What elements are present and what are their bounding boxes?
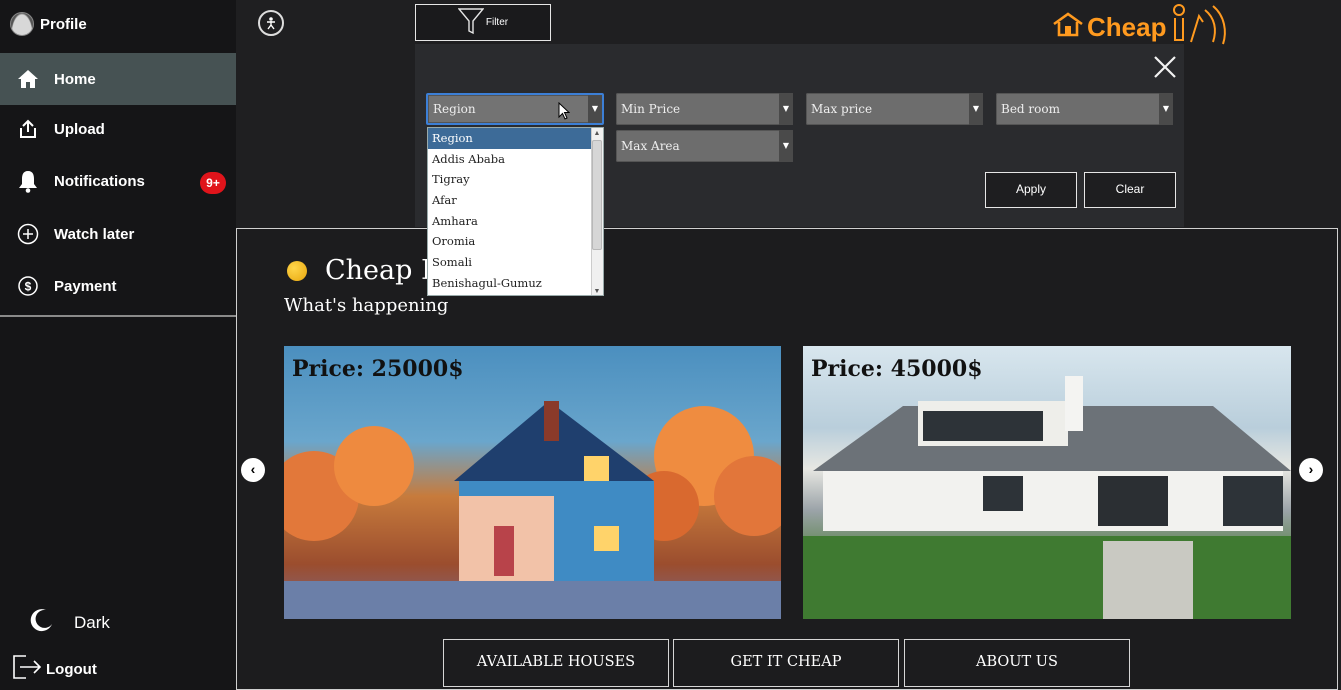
profile-label: Profile bbox=[40, 15, 87, 33]
region-option[interactable]: Oromia bbox=[428, 231, 603, 252]
notification-badge: 9+ bbox=[200, 172, 226, 194]
bell-icon bbox=[14, 169, 42, 193]
region-option[interactable]: Benishagul-Gumuz bbox=[428, 273, 603, 294]
sidebar-item-label: Upload bbox=[54, 120, 105, 138]
sidebar-item-home[interactable]: Home bbox=[0, 53, 236, 105]
house-image bbox=[803, 376, 1291, 619]
sidebar-item-label: Payment bbox=[54, 277, 117, 295]
apply-button[interactable]: Apply bbox=[985, 172, 1077, 208]
min-price-select[interactable]: Min Price ▼ bbox=[616, 93, 793, 125]
region-option[interactable]: Afar bbox=[428, 190, 603, 211]
upload-icon bbox=[14, 118, 42, 140]
smile-icon bbox=[287, 260, 307, 281]
region-option[interactable]: Amhara bbox=[428, 211, 603, 232]
region-select[interactable]: Region ▼ bbox=[426, 93, 604, 125]
bed-room-select-value: Bed room bbox=[1001, 102, 1060, 116]
logout-button[interactable]: Logout bbox=[12, 654, 97, 684]
main-content: Cheap H What's happening ‹ Price: 25000$ bbox=[236, 228, 1338, 690]
scroll-up-icon[interactable]: ▲ bbox=[592, 128, 602, 139]
max-price-select-value: Max price bbox=[811, 102, 873, 116]
logout-label: Logout bbox=[46, 660, 97, 678]
theme-label: Dark bbox=[74, 612, 110, 632]
carousel-next-button[interactable]: › bbox=[1299, 458, 1323, 482]
filter-button[interactable]: Filter bbox=[415, 4, 551, 41]
carousel-prev-button[interactable]: ‹ bbox=[241, 458, 265, 482]
logout-icon bbox=[12, 654, 44, 684]
close-icon[interactable] bbox=[1153, 55, 1177, 79]
house-price: Price: 25000$ bbox=[292, 356, 464, 382]
house-card[interactable]: Price: 25000$ bbox=[284, 346, 781, 619]
chevron-down-icon: ▼ bbox=[969, 93, 983, 125]
app-window: Profile Home Upload Notifications 9+ Wat… bbox=[0, 0, 1341, 690]
chevron-down-icon: ▼ bbox=[779, 93, 793, 125]
sidebar: Profile Home Upload Notifications 9+ Wat… bbox=[0, 0, 236, 690]
min-price-select-value: Min Price bbox=[621, 102, 681, 116]
chevron-down-icon: ▼ bbox=[1159, 93, 1173, 125]
region-option[interactable]: Region bbox=[428, 128, 603, 149]
house-card[interactable]: Price: 45000$ bbox=[803, 346, 1291, 619]
sidebar-item-label: Notifications bbox=[54, 172, 145, 190]
available-houses-button[interactable]: AVAILABLE HOUSES bbox=[443, 639, 669, 687]
hero-subtitle: What's happening bbox=[284, 295, 449, 316]
house-image bbox=[284, 401, 781, 619]
profile-link[interactable]: Profile bbox=[10, 10, 87, 38]
get-it-cheap-button[interactable]: GET IT CHEAP bbox=[673, 639, 899, 687]
max-area-select-value: Max Area bbox=[621, 139, 680, 153]
region-option[interactable]: Tigray bbox=[428, 169, 603, 190]
logo-text: Cheap bbox=[1087, 12, 1167, 42]
region-option[interactable]: Somali bbox=[428, 252, 603, 273]
sidebar-item-payment[interactable]: $ Payment bbox=[0, 260, 236, 312]
chevron-down-icon: ▼ bbox=[588, 95, 602, 123]
region-select-value: Region bbox=[433, 102, 476, 116]
sidebar-divider bbox=[0, 315, 236, 317]
hero-title: Cheap H bbox=[287, 255, 445, 286]
scroll-down-icon[interactable]: ▼ bbox=[592, 286, 602, 295]
chevron-down-icon: ▼ bbox=[779, 130, 793, 162]
sidebar-item-notifications[interactable]: Notifications 9+ bbox=[0, 155, 236, 207]
region-option[interactable]: Addis Ababa bbox=[428, 149, 603, 170]
sidebar-item-label: Home bbox=[54, 70, 96, 88]
avatar bbox=[10, 12, 34, 36]
house-price: Price: 45000$ bbox=[811, 356, 983, 382]
region-dropdown-list: Region Addis Ababa Tigray Afar Amhara Or… bbox=[427, 127, 604, 296]
svg-text:$: $ bbox=[25, 280, 32, 294]
max-area-select[interactable]: Max Area ▼ bbox=[616, 130, 793, 162]
plus-circle-icon bbox=[14, 223, 42, 245]
home-icon bbox=[14, 69, 42, 89]
clear-button[interactable]: Clear bbox=[1084, 172, 1176, 208]
bed-room-select[interactable]: Bed room ▼ bbox=[996, 93, 1173, 125]
dropdown-scrollbar[interactable]: ▲ ▼ bbox=[591, 128, 603, 295]
theme-toggle[interactable]: Dark bbox=[26, 606, 110, 639]
cursor-icon bbox=[558, 101, 571, 123]
filter-label: Filter bbox=[485, 17, 509, 28]
sidebar-item-label: Watch later bbox=[54, 225, 135, 243]
sidebar-item-upload[interactable]: Upload bbox=[0, 103, 236, 155]
dollar-circle-icon: $ bbox=[14, 275, 42, 297]
about-us-button[interactable]: ABOUT US bbox=[904, 639, 1130, 687]
moon-icon bbox=[26, 606, 54, 639]
sidebar-item-watch-later[interactable]: Watch later bbox=[0, 208, 236, 260]
max-price-select[interactable]: Max price ▼ bbox=[806, 93, 983, 125]
scrollbar-thumb[interactable] bbox=[592, 140, 602, 250]
accessibility-icon[interactable] bbox=[258, 10, 284, 36]
house-logo-icon bbox=[1052, 11, 1084, 44]
funnel-icon bbox=[457, 7, 485, 38]
